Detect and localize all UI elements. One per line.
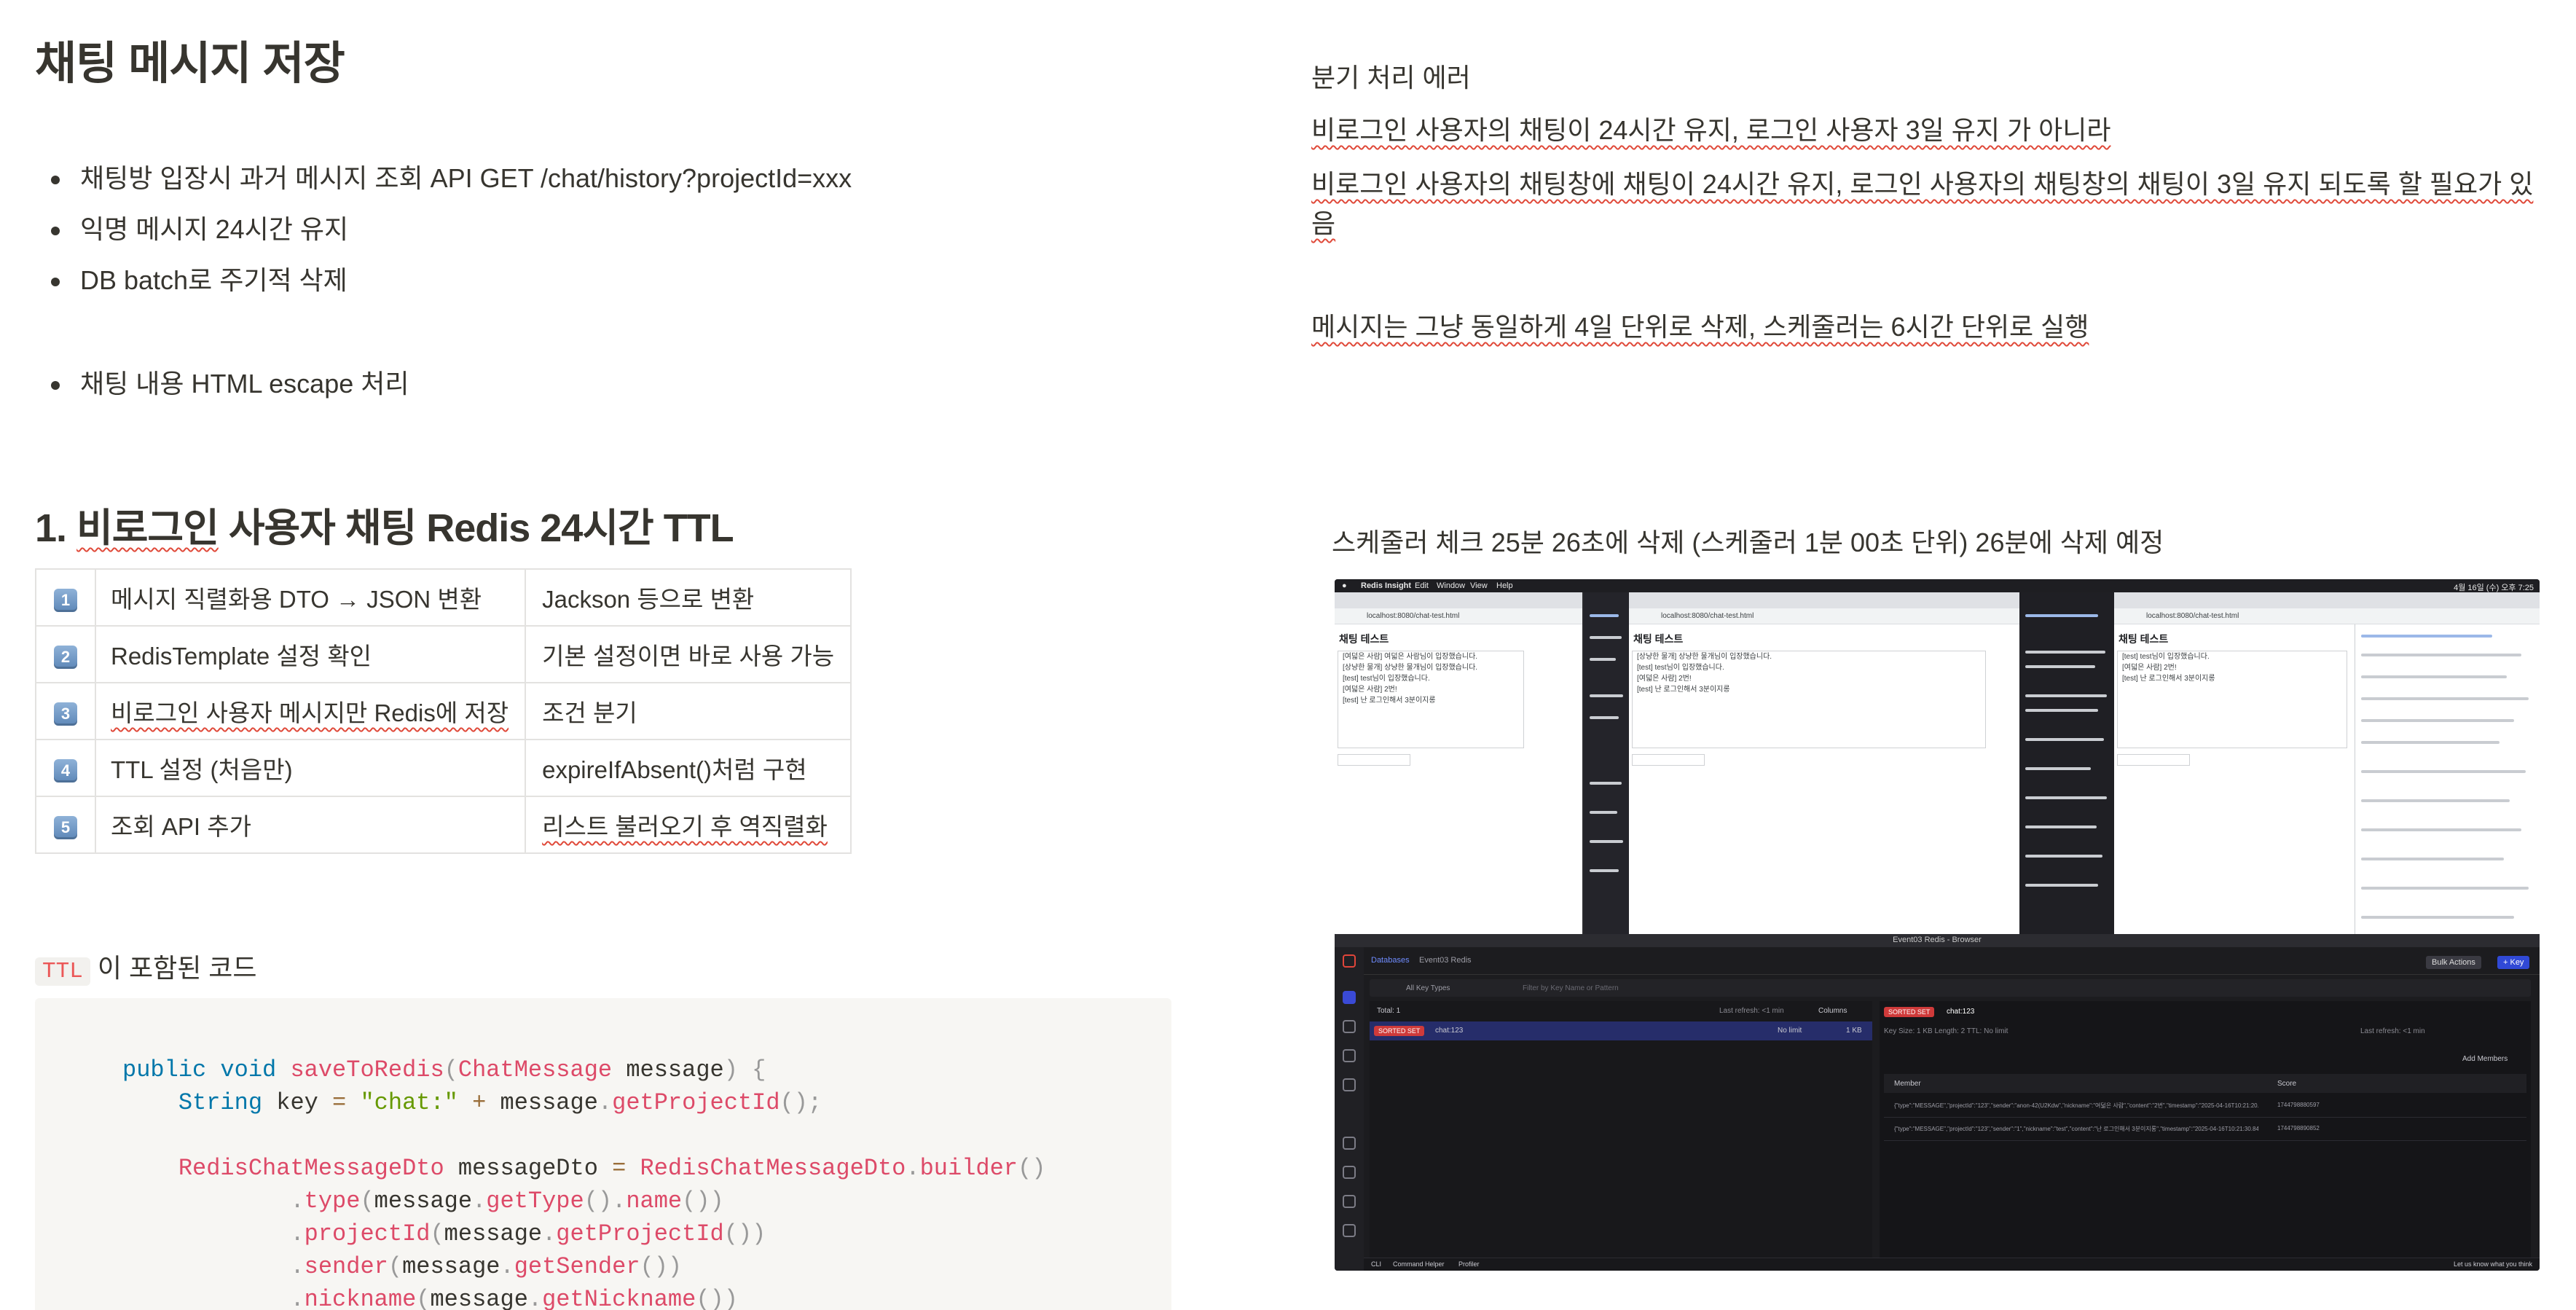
screenshot-redis-insight: Event03 Redis - Browser Databases Event0… — [1335, 934, 2540, 1271]
code-block[interactable]: public void saveToRedis(ChatMessage mess… — [35, 998, 1171, 1310]
bullet-item: 익명 메시지 24시간 유지 — [35, 204, 852, 255]
devtools-panel — [2355, 624, 2540, 936]
browser-icon[interactable] — [1343, 991, 1356, 1004]
step-note: expireIfAbsent()처럼 구현 — [525, 739, 852, 797]
bullet-list: 채팅 내용 HTML escape 처리 — [35, 358, 409, 409]
image-caption: 스케줄러 체크 25분 26초에 삭제 (스케줄러 1분 00초 단위) 26분… — [1332, 527, 2164, 557]
step-number-cell: 4 — [35, 739, 96, 797]
code-content: public void saveToRedis(ChatMessage mess… — [122, 1056, 1046, 1310]
keycap-3-icon: 3 — [54, 702, 77, 726]
step-task: 메시지 직렬화용 DTO → JSON 변환 — [94, 568, 527, 627]
step-number-cell: 3 — [35, 682, 96, 740]
macos-menubar: ● Redis Insight Edit Window View Help 4월… — [1335, 579, 2540, 592]
step-number-cell: 2 — [35, 625, 96, 683]
keycap-1-icon: 1 — [54, 588, 77, 612]
error-heading: 분기 처리 에러 — [1311, 63, 1471, 93]
section-number: 1. — [35, 506, 67, 550]
pubsub-icon[interactable] — [1343, 1078, 1356, 1091]
code-caption: TTL 이 포함된 코드 — [35, 947, 257, 986]
code-caption-text: 이 포함된 코드 — [97, 953, 257, 983]
table-row[interactable]: SORTED SET chat:123 No limit 1 KB — [1370, 1021, 1872, 1040]
browser-window: localhost:8080/chat-test.html 채팅 테스트 [상냥… — [1629, 592, 2019, 936]
bullet-list: 채팅방 입장시 과거 메시지 조회 API GET /chat/history?… — [35, 153, 852, 306]
keycap-2-icon: 2 — [54, 645, 77, 669]
page-title: 채팅 메시지 저장 — [35, 39, 345, 89]
step-note: 조건 분기 — [525, 682, 852, 740]
member-header: Member Score — [1884, 1074, 2526, 1093]
chat-log: [상냥한 물개] 상냥한 물개님이 입장했습니다. [test] test님이 … — [1632, 651, 1986, 748]
step-number-cell: 1 — [35, 568, 96, 627]
paragraph: 비로그인 사용자의 채팅창에 채팅이 24시간 유지, 로그인 사용자의 채팅창… — [1311, 169, 2534, 238]
bullet-item: 채팅 내용 HTML escape 처리 — [35, 358, 409, 409]
inline-code: TTL — [35, 957, 90, 986]
table-row[interactable]: {"type":"MESSAGE","projectId":"123","sen… — [1884, 1096, 2526, 1118]
steps-table: 1 메시지 직렬화용 DTO → JSON 변환 Jackson 등으로 변환 … — [35, 568, 852, 854]
spellcheck-word: 비로그인 — [76, 506, 219, 550]
redis-logo-icon — [1343, 954, 1356, 968]
step-note: 리스트 불러오기 후 역직렬화 — [525, 796, 852, 854]
keycap-5-icon: 5 — [54, 815, 77, 839]
table-row[interactable]: {"type":"MESSAGE","projectId":"123","sen… — [1884, 1119, 2526, 1141]
step-task: 비로그인 사용자 메시지만 Redis에 저장 — [94, 682, 527, 740]
redis-titlebar: Event03 Redis - Browser — [1335, 934, 2540, 947]
redis-filter-bar[interactable]: All Key Types Filter by Key Name or Patt… — [1370, 979, 2531, 997]
redis-footer: CLI Command Helper Profiler Let us know … — [1364, 1258, 2540, 1271]
step-note-text: 리스트 불러오기 후 역직렬화 — [542, 813, 828, 840]
section-heading: 1. 비로그인 사용자 채팅 Redis 24시간 TTL — [35, 495, 734, 553]
redis-sidebar — [1335, 947, 1364, 1271]
step-task: 조회 API 추가 — [94, 796, 527, 854]
table-row: 2 RedisTemplate 설정 확인 기본 설정이면 바로 사용 가능 — [35, 625, 852, 683]
redis-key-list: Total: 1 Last refresh: <1 min Columns SO… — [1370, 1001, 1872, 1258]
cloud-icon[interactable] — [1343, 1137, 1356, 1150]
step-task-text: 비로그인 사용자 메시지만 Redis에 저장 — [111, 699, 509, 726]
bell-icon[interactable] — [1343, 1166, 1356, 1179]
chat-input[interactable] — [1338, 754, 1410, 766]
chat-input[interactable] — [1632, 754, 1705, 766]
settings-icon[interactable] — [1343, 1224, 1356, 1237]
paragraph: 비로그인 사용자의 채팅이 24시간 유지, 로그인 사용자 3일 유지 가 아… — [1311, 115, 2111, 145]
section-heading-text: 사용자 채팅 Redis 24시간 TTL — [228, 506, 734, 550]
paragraph: 메시지는 그냥 동일하게 4일 단위로 삭제, 스케줄러는 6시간 단위로 실행 — [1311, 312, 2089, 342]
workbench-icon[interactable] — [1343, 1020, 1356, 1033]
redis-toolbar: Databases Event03 Redis Bulk Actions + K… — [1364, 947, 2540, 975]
step-note: Jackson 등으로 변환 — [525, 568, 852, 627]
table-row: 1 메시지 직렬화용 DTO → JSON 변환 Jackson 등으로 변환 — [35, 568, 852, 627]
step-note: 기본 설정이면 바로 사용 가능 — [525, 625, 852, 683]
step-task: TTL 설정 (처음만) — [94, 739, 527, 797]
browser-window: localhost:8080/chat-test.html 채팅 테스트 [여덟… — [1335, 592, 1582, 936]
browser-window: localhost:8080/chat-test.html 채팅 테스트 [te… — [2114, 592, 2540, 936]
step-task: RedisTemplate 설정 확인 — [94, 625, 527, 683]
table-row: 3 비로그인 사용자 메시지만 Redis에 저장 조건 분기 — [35, 682, 852, 740]
screenshot-browsers: ● Redis Insight Edit Window View Help 4월… — [1335, 579, 2540, 936]
redis-key-detail: SORTED SET chat:123 Key Size: 1 KB Lengt… — [1880, 1001, 2531, 1258]
chat-log: [test] test님이 입장했습니다. [여덟은 사람] 2번! [test… — [2117, 651, 2347, 748]
table-row: 4 TTL 설정 (처음만) expireIfAbsent()처럼 구현 — [35, 739, 852, 797]
apple-icon: ● — [1342, 581, 1347, 590]
bullet-item: DB batch로 주기적 삭제 — [35, 255, 852, 306]
chat-log: [여덟은 사람] 여덟은 사람님이 입장했습니다. [상냥한 물개] 상냥한 물… — [1338, 651, 1524, 748]
table-row: 5 조회 API 추가 리스트 불러오기 후 역직렬화 — [35, 796, 852, 854]
chat-input[interactable] — [2117, 754, 2190, 766]
keycap-4-icon: 4 — [54, 758, 77, 783]
help-icon[interactable] — [1343, 1195, 1356, 1208]
step-number-cell: 5 — [35, 796, 96, 854]
bullet-item: 채팅방 입장시 과거 메시지 조회 API GET /chat/history?… — [35, 153, 852, 204]
analysis-icon[interactable] — [1343, 1049, 1356, 1062]
